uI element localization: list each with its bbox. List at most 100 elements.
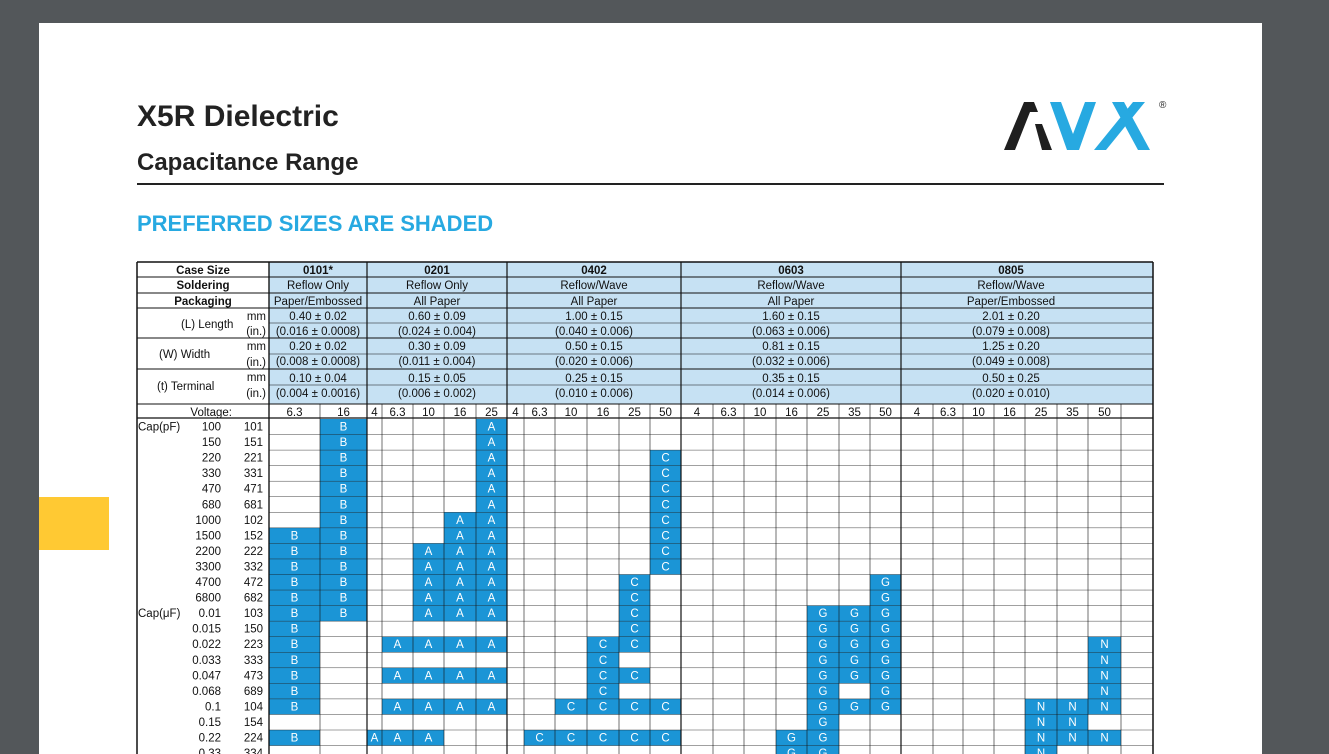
cell-letter: B [291,624,299,636]
voltage-value: 25 [485,407,498,419]
length-mm: 2.01 ± 0.20 [982,311,1039,323]
length-in: (0.063 ± 0.006) [752,326,830,338]
voltage-value: 25 [1035,407,1048,419]
cell-letter: C [661,733,669,745]
cell-letter: C [661,468,669,480]
cap-code: 103 [244,608,263,620]
cell-letter: G [881,701,890,713]
cap-code: 154 [244,717,264,729]
cell-letter: A [394,701,402,713]
cell-letter: N [1068,701,1076,713]
cap-value: 0.033 [192,655,221,667]
cell-letter: C [599,655,607,667]
cell-letter: B [340,546,348,558]
cell-letter: G [819,686,828,698]
voltage-value: 25 [628,407,641,419]
case-size: 0805 [998,265,1024,277]
cell-letter: A [425,733,433,745]
cell-letter: N [1037,701,1045,713]
cell-letter: B [340,577,348,589]
cell-letter: N [1068,717,1076,729]
voltage-value: 35 [848,407,861,419]
voltage-value: 35 [1066,407,1079,419]
cap-value: 680 [202,499,221,511]
cell-letter: G [850,655,859,667]
cell-letter: C [599,701,607,713]
cell-letter: B [340,593,348,605]
cap-code: 221 [244,453,263,465]
cell-letter: C [535,733,543,745]
cell-letter: N [1037,733,1045,745]
row-label-width: (W) Width [159,349,210,361]
packaging-value: Paper/Embossed [274,296,362,308]
cap-code: 223 [244,639,263,651]
cell-letter: C [599,733,607,745]
voltage-value: 16 [1003,407,1016,419]
voltage-value: 16 [597,407,610,419]
cell-letter: C [630,639,638,651]
cell-letter: B [291,577,299,589]
voltage-value: 16 [785,407,798,419]
cell-letter: G [881,670,890,682]
cell-letter: C [661,561,669,573]
cap-code: 332 [244,561,263,573]
cell-letter: A [456,639,464,651]
cell-letter: G [881,593,890,605]
cell-letter: B [291,639,299,651]
cap-value: 3300 [195,561,221,573]
cell-letter: B [340,530,348,542]
cell-letter: C [630,624,638,636]
cell-letter: N [1100,670,1108,682]
cap-code: 331 [244,468,263,480]
cell-letter: A [488,546,496,558]
unit-in: (in.) [246,388,266,400]
cell-letter: N [1100,639,1108,651]
cap-code: 222 [244,546,263,558]
cell-letter: B [340,484,348,496]
length-in: (0.024 ± 0.004) [398,326,476,338]
cell-letter: C [661,530,669,542]
cap-value: 150 [202,437,221,449]
cell-letter: A [456,561,464,573]
cell-letter: C [599,686,607,698]
cell-letter: C [661,453,669,465]
voltage-value: 10 [565,407,578,419]
soldering-value: Reflow/Wave [560,280,627,292]
cell-letter: C [661,546,669,558]
width-mm: 0.81 ± 0.15 [762,341,819,353]
cell-letter: B [291,670,299,682]
cell-letter: B [291,655,299,667]
cap-value: 470 [202,484,221,496]
cell-letter: A [488,577,496,589]
length-mm: 0.60 ± 0.09 [408,311,465,323]
voltage-value: 6.3 [532,407,548,419]
cell-letter: G [881,655,890,667]
case-size: 0603 [778,265,804,277]
voltage-value: 10 [754,407,767,419]
cap-value: 0.22 [199,733,221,745]
length-mm: 1.00 ± 0.15 [565,311,622,323]
datasheet-page: X5R Dielectric Capacitance Range ® PREFE… [39,23,1262,754]
cell-letter: C [630,608,638,620]
cell-letter: G [881,577,890,589]
unit-in: (in.) [246,326,266,338]
width-in: (0.008 ± 0.0008) [276,356,360,368]
cap-pf-label: Cap(pF) [138,422,180,434]
voltage-label: Voltage: [190,407,232,419]
cell-letter: G [787,733,796,745]
cap-value: 0.1 [205,701,221,713]
cell-letter: B [340,608,348,620]
length-in: (0.016 ± 0.0008) [276,326,360,338]
cell-letter: G [819,717,828,729]
side-tab-marker [39,497,109,550]
cap-code: 689 [244,686,263,698]
row-label-length: (L) Length [181,319,233,331]
cell-letter: A [425,670,433,682]
cap-value: 0.01 [199,608,221,620]
row-label: Case Size [176,265,230,277]
cell-letter: C [630,670,638,682]
row-label: Soldering [176,280,229,292]
cap-value: 1500 [195,530,221,542]
soldering-value: Reflow Only [406,280,468,292]
cell-letter: G [819,624,828,636]
